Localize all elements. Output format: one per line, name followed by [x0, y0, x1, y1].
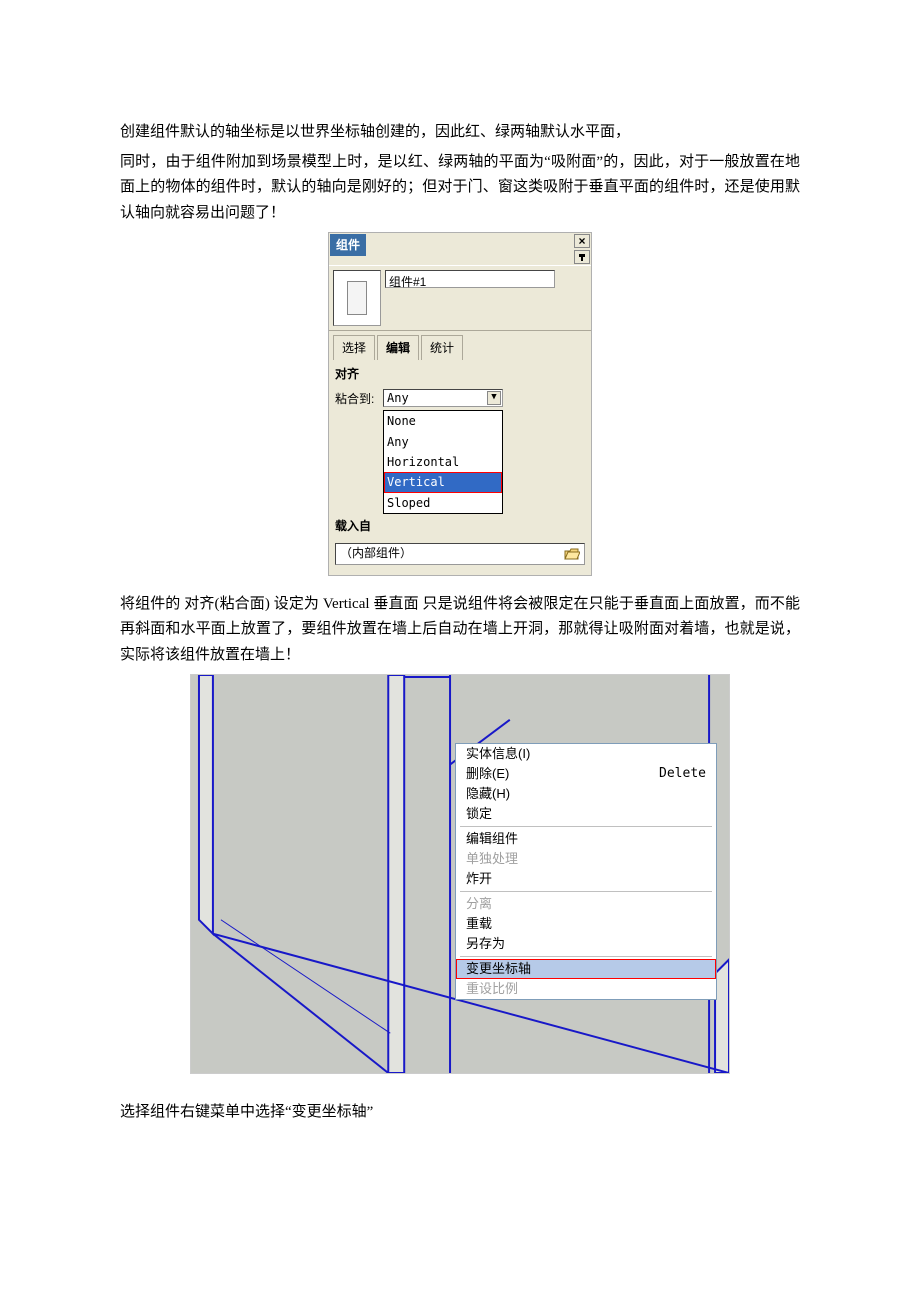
menu-delete[interactable]: 删除(E)Delete — [456, 764, 716, 784]
menu-entity-info[interactable]: 实体信息(I) — [456, 744, 716, 764]
glue-to-combo[interactable]: Any ▼ — [383, 389, 503, 407]
menu-reset-scale: 重设比例 — [456, 979, 716, 999]
glue-to-label: 粘合到: — [335, 389, 383, 409]
menu-separator — [460, 891, 712, 892]
menu-detach: 分离 — [456, 894, 716, 914]
paragraph-4: 选择组件右键菜单中选择“变更坐标轴” — [120, 1100, 800, 1126]
menu-edit-component[interactable]: 编辑组件 — [456, 829, 716, 849]
component-thumbnail — [333, 270, 381, 326]
paragraph-2: 同时，由于组件附加到场景模型上时，是以红、绿两轴的平面为“吸附面”的，因此，对于… — [120, 150, 800, 227]
menu-hide[interactable]: 隐藏(H) — [456, 784, 716, 804]
glue-option-sloped[interactable]: Sloped — [384, 493, 502, 513]
menu-change-axes[interactable]: 变更坐标轴 — [456, 959, 716, 979]
internal-components-text: （内部组件） — [340, 543, 412, 563]
tab-stats[interactable]: 统计 — [421, 335, 463, 360]
panel-title: 组件 — [330, 234, 366, 256]
combo-dropdown-icon[interactable]: ▼ — [487, 391, 501, 405]
menu-save-as[interactable]: 另存为 — [456, 934, 716, 954]
menu-reload[interactable]: 重载 — [456, 914, 716, 934]
menu-separator — [460, 826, 712, 827]
panel-pin-button[interactable] — [574, 250, 590, 264]
component-name-input[interactable]: 组件#1 — [385, 270, 555, 288]
glue-to-dropdown-list[interactable]: None Any Horizontal Vertical Sloped — [383, 410, 503, 514]
menu-explode[interactable]: 炸开 — [456, 869, 716, 889]
glue-to-value: Any — [387, 388, 409, 408]
align-section-label: 对齐 — [329, 360, 591, 386]
load-from-label: 载入自 — [335, 516, 371, 536]
components-panel: 组件 × 组件#1 选择 编辑 统计 对齐 — [328, 232, 592, 576]
tab-select[interactable]: 选择 — [333, 335, 375, 360]
paragraph-1: 创建组件默认的轴坐标是以世界坐标轴创建的，因此红、绿两轴默认水平面， — [120, 120, 800, 146]
panel-tabs: 选择 编辑 统计 — [329, 331, 591, 360]
viewport-screenshot: ↖ 实体信息(I) 删除(E)Delete 隐藏(H) 锁定 编辑组件 单独处理… — [190, 674, 730, 1074]
menu-separator — [460, 956, 712, 957]
glue-option-horizontal[interactable]: Horizontal — [384, 452, 502, 472]
glue-option-none[interactable]: None — [384, 411, 502, 431]
menu-lock[interactable]: 锁定 — [456, 804, 716, 824]
menu-isolate: 单独处理 — [456, 849, 716, 869]
paragraph-3: 将组件的 对齐(粘合面) 设定为 Vertical 垂直面 只是说组件将会被限定… — [120, 592, 800, 669]
glue-option-any[interactable]: Any — [384, 432, 502, 452]
glue-option-vertical[interactable]: Vertical — [384, 472, 502, 492]
open-folder-icon[interactable] — [564, 547, 580, 561]
panel-close-button[interactable]: × — [574, 234, 590, 248]
context-menu: 实体信息(I) 删除(E)Delete 隐藏(H) 锁定 编辑组件 单独处理 炸… — [455, 743, 717, 1000]
tab-edit[interactable]: 编辑 — [377, 335, 419, 360]
